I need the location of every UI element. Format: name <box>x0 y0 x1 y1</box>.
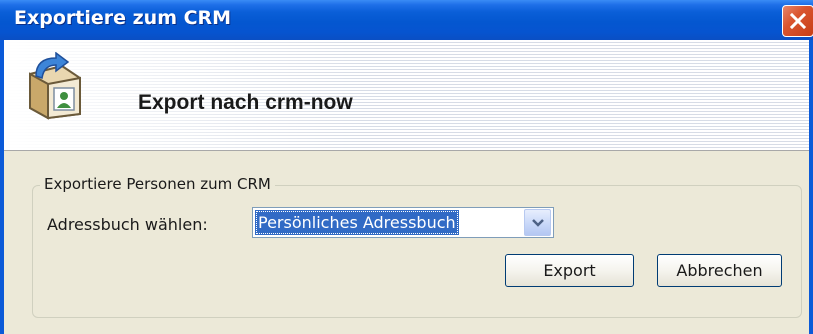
close-button[interactable] <box>782 5 813 37</box>
address-book-dropdown-button[interactable] <box>524 209 551 236</box>
window-title: Exportiere zum CRM <box>14 7 232 29</box>
address-book-label: Adressbuch wählen: <box>47 215 208 234</box>
banner-title: Export nach crm-now <box>138 91 353 114</box>
address-book-selected-value: Persönliches Adressbuch <box>255 210 459 235</box>
address-book-select[interactable]: Persönliches Adressbuch <box>252 207 554 238</box>
window-frame-right <box>809 40 813 334</box>
close-icon <box>790 13 806 29</box>
groupbox-legend: Exportiere Personen zum CRM <box>40 175 275 193</box>
header-banner: Export nach crm-now <box>4 40 809 151</box>
title-bar[interactable]: Exportiere zum CRM <box>0 0 813 40</box>
export-persons-groupbox <box>32 185 802 318</box>
chevron-down-icon <box>532 219 544 227</box>
dialog-window: Exportiere zum CRM Export nach crm-now E… <box>0 0 813 334</box>
export-button[interactable]: Export <box>505 254 634 287</box>
address-book-export-icon <box>29 52 81 120</box>
cancel-button[interactable]: Abbrechen <box>657 254 782 287</box>
banner-background <box>4 40 809 150</box>
